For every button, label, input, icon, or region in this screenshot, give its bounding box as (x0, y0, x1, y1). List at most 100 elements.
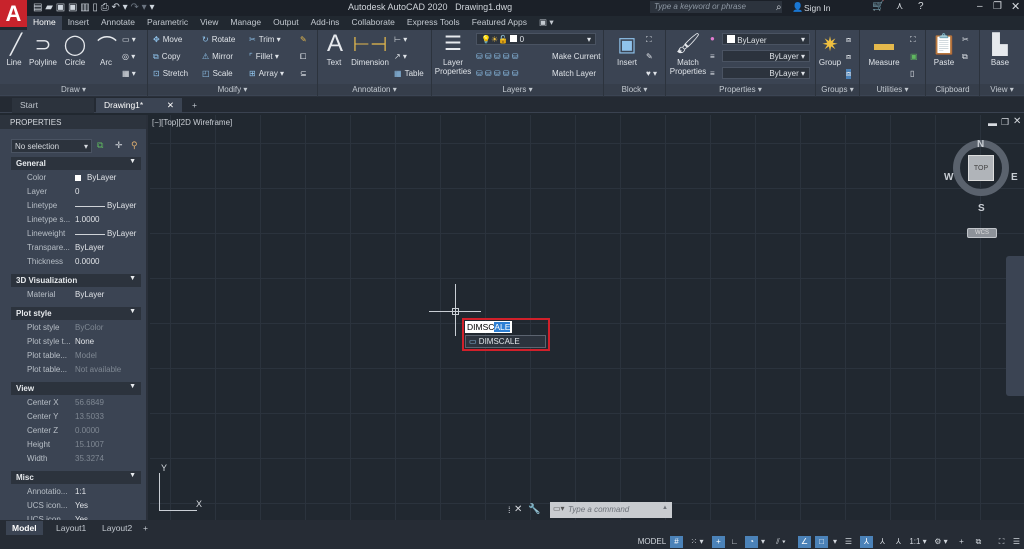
polar-tracking-icon[interactable]: ◔ (745, 536, 758, 548)
property-row[interactable]: Center Y13.5033 (27, 412, 142, 425)
hatch-icon[interactable]: ◎ ▾ (122, 52, 135, 61)
layer-tools-row2[interactable]: ⛁ ⛁ ⛁ ⛁ ⛁ (476, 69, 521, 78)
section-misc[interactable]: Misc▼ (11, 471, 141, 484)
utilities-panel-label[interactable]: Utilities ▾ (860, 84, 925, 95)
paste-button[interactable]: 📋Paste (931, 32, 957, 67)
quick-select-props-icon[interactable]: ⚲ (131, 140, 138, 151)
collapse-icon[interactable]: ▼ (129, 158, 136, 165)
linetype-dropdown[interactable]: ByLayer ▾ (722, 50, 810, 62)
copy-button[interactable]: ⧉Copy (153, 52, 180, 62)
save-as-icon[interactable]: ▣ (68, 2, 77, 13)
trim-button[interactable]: ✂Trim ▾ (249, 35, 281, 44)
close-tab-icon[interactable]: ✕ (167, 100, 174, 111)
property-row[interactable]: LinetypeByLayer (27, 201, 142, 214)
lineweight-dropdown[interactable]: ByLayer ▾ (722, 67, 810, 79)
tab-add-ins[interactable]: Add-ins (305, 16, 346, 30)
web-icon[interactable]: ▥ (80, 2, 89, 13)
toggle-pickadd-icon[interactable]: ⧉ (97, 140, 103, 151)
redo-icon[interactable]: ↷ ▾ (130, 2, 146, 13)
ungroup-icon[interactable]: ⧈ (846, 35, 851, 45)
property-row[interactable]: Plot styleByColor (27, 323, 142, 336)
make-current-button[interactable]: Make Current (552, 52, 600, 61)
share-icon[interactable]: ▯ (92, 2, 98, 13)
draw-panel-label[interactable]: Draw ▾ (0, 84, 147, 95)
block-panel-label[interactable]: Block ▾ (604, 84, 665, 95)
tab-parametric[interactable]: Parametric (141, 16, 194, 30)
linear-dim-icon[interactable]: ⊢ ▾ (394, 35, 407, 44)
property-row[interactable]: MaterialByLayer (27, 290, 142, 303)
isodraft-icon[interactable]: ⫽ ▾ (770, 536, 792, 548)
drawing-canvas[interactable] (150, 115, 1024, 520)
property-row[interactable]: Plot style t...None (27, 337, 142, 350)
group-button[interactable]: ✷Group (817, 32, 843, 67)
tab-annotate[interactable]: Annotate (95, 16, 141, 30)
tab-view[interactable]: View (194, 16, 224, 30)
clipboard-panel-label[interactable]: Clipboard (926, 84, 979, 95)
autodesk-a360-icon[interactable]: ⋏ (896, 1, 903, 12)
collapse-icon[interactable]: ▼ (129, 275, 136, 282)
polyline-button[interactable]: ⊃Polyline (27, 32, 59, 67)
snap-icon[interactable]: ⁙ ▾ (686, 536, 708, 548)
annotation-visibility-icon[interactable]: ⅄ (860, 536, 873, 548)
property-row[interactable]: Linetype s...1.0000 (27, 215, 142, 228)
groups-panel-label[interactable]: Groups ▾ (816, 84, 859, 95)
section-view[interactable]: View▼ (11, 382, 141, 395)
copy-clip-icon[interactable]: ⧉ (962, 52, 968, 62)
viewport-close-icon[interactable]: ✕ (1013, 116, 1021, 127)
viewcube-face-top[interactable]: TOP (968, 155, 994, 181)
user-icon[interactable]: 👤 (792, 2, 803, 13)
property-row[interactable]: UCS icon...Yes (27, 501, 142, 514)
layout-tab-layout1[interactable]: Layout1 (50, 521, 92, 535)
property-row[interactable]: Plot table...Model (27, 351, 142, 364)
tab-manage[interactable]: Manage (224, 16, 267, 30)
layer-tools-row1[interactable]: ⛁ ⛁ ⛁ ⛁ ⛁ (476, 52, 521, 61)
insert-button[interactable]: ▣Insert (612, 32, 642, 67)
view-panel-label[interactable]: View ▾ (980, 84, 1024, 95)
search-input[interactable]: Type a keyword or phrase (650, 1, 782, 13)
command-close-icon[interactable]: ✕ (514, 504, 522, 515)
compass-south[interactable]: S (978, 203, 985, 214)
viewcube[interactable]: TOP N S E W (947, 135, 1017, 215)
rotate-button[interactable]: ↻Rotate (202, 35, 235, 44)
compass-north[interactable]: N (977, 139, 984, 150)
erase-icon[interactable]: ✎ (300, 35, 307, 44)
measure-button[interactable]: ▬Measure (866, 32, 902, 67)
compass-west[interactable]: W (944, 172, 953, 183)
model-space-button[interactable]: MODEL (636, 536, 668, 548)
annotation-scale-icon[interactable]: ⅄ (892, 536, 905, 548)
properties-title[interactable]: PROPERTIES (0, 115, 146, 129)
close-icon[interactable]: ✕ (1011, 0, 1020, 13)
osnap-dropdown[interactable]: ▾ (830, 536, 840, 548)
line-button[interactable]: ╱Line (3, 32, 25, 67)
annotation-monitor-icon[interactable]: + (955, 536, 968, 548)
base-button[interactable]: ▙Base (986, 32, 1014, 67)
annotation-panel-label[interactable]: Annotation ▾ (318, 84, 431, 95)
customization-menu-icon[interactable]: ☰ (1010, 536, 1023, 548)
layers-panel-label[interactable]: Layers ▾ (432, 84, 603, 95)
edit-block-icon[interactable]: ✎ (646, 52, 653, 61)
calculator-icon[interactable]: ▯ (910, 69, 914, 78)
annotation-scale-dropdown[interactable]: 1:1 ▾ (908, 536, 928, 548)
modify-panel-label[interactable]: Modify ▾ (148, 84, 317, 95)
circle-button[interactable]: ◯Circle (62, 32, 88, 67)
viewport-controls[interactable]: [−][Top][2D Wireframe] (152, 118, 232, 127)
property-row[interactable]: Center X56.6849 (27, 398, 142, 411)
section-plot[interactable]: Plot style▼ (11, 307, 141, 320)
minimize-icon[interactable]: – (977, 1, 983, 12)
auto-scale-icon[interactable]: ⅄ (876, 536, 889, 548)
new-icon[interactable]: ▤ (33, 2, 42, 13)
match-layer-button[interactable]: Match Layer (552, 69, 596, 78)
viewport-restore-icon[interactable]: ❐ (1001, 117, 1009, 128)
color-dropdown[interactable]: ByLayer▾ (722, 33, 810, 45)
collapse-icon[interactable]: ▼ (129, 308, 136, 315)
selection-dropdown[interactable]: No selection▾ (11, 139, 92, 153)
binoculars-icon[interactable]: ⌕ (776, 2, 782, 13)
layout-tab-model[interactable]: Model (6, 521, 43, 535)
gradient-icon[interactable]: ▦ ▾ (122, 69, 136, 78)
lineweight-display-icon[interactable]: ☰ (842, 536, 855, 548)
object-snap-icon[interactable]: □ (815, 536, 828, 548)
stretch-button[interactable]: ⊡Stretch (153, 69, 188, 78)
application-menu-button[interactable]: A (0, 0, 27, 27)
undo-icon[interactable]: ↶ ▾ (112, 2, 128, 13)
cut-icon[interactable]: ✂ (962, 35, 969, 44)
